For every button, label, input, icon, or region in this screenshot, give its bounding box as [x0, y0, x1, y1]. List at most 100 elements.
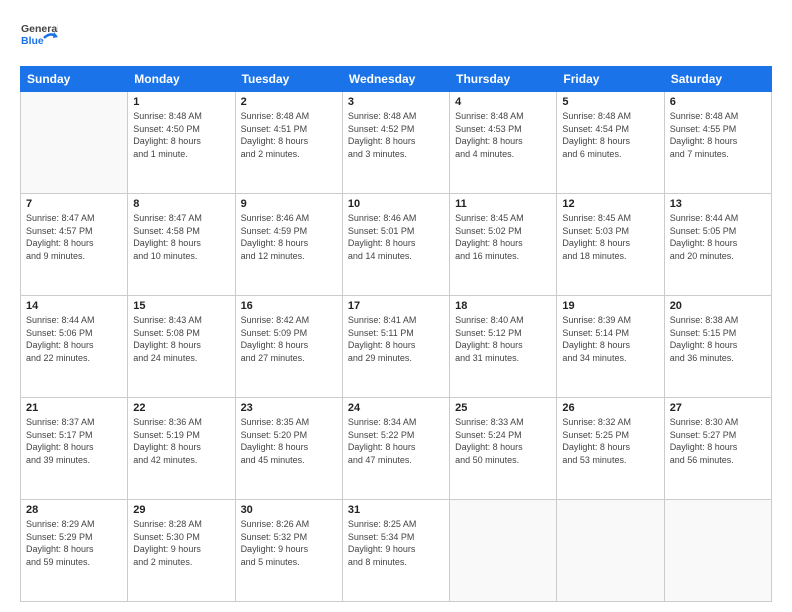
calendar-day-cell: 18 Sunrise: 8:40 AMSunset: 5:12 PMDayligh… [450, 296, 557, 398]
calendar-day-cell: 21Sunrise: 8:37 AMSunset: 5:17 PMDayligh… [21, 398, 128, 500]
day-info: Sunrise: 8:45 AMSunset: 5:02 PMDaylight:… [455, 212, 551, 262]
day-info: Sunrise: 8:36 AMSunset: 5:19 PMDaylight:… [133, 416, 229, 466]
day-number: 20 [670, 300, 766, 312]
day-number: 26 [562, 402, 658, 414]
calendar-day-cell: 7 Sunrise: 8:47 AMSunset: 4:57 PMDaylight… [21, 194, 128, 296]
day-number: 28 [26, 504, 122, 516]
calendar-day-cell: 27Sunrise: 8:30 AMSunset: 5:27 PMDayligh… [664, 398, 771, 500]
logo-icon: General Blue [20, 18, 58, 56]
day-number: 14 [26, 300, 122, 312]
day-info: Sunrise: 8:30 AMSunset: 5:27 PMDaylight:… [670, 416, 766, 466]
day-info: Sunrise: 8:42 AMSunset: 5:09 PMDaylight:… [241, 314, 337, 364]
calendar-day-cell: 4 Sunrise: 8:48 AMSunset: 4:53 PMDaylight… [450, 92, 557, 194]
day-info: Sunrise: 8:48 AMSunset: 4:51 PMDaylight:… [241, 110, 337, 160]
day-number: 29 [133, 504, 229, 516]
day-info: Sunrise: 8:44 AMSunset: 5:05 PMDaylight:… [670, 212, 766, 262]
calendar-day-cell: 13 Sunrise: 8:44 AMSunset: 5:05 PMDayligh… [664, 194, 771, 296]
calendar-day-cell: 10 Sunrise: 8:46 AMSunset: 5:01 PMDayligh… [342, 194, 449, 296]
calendar-header-row: SundayMondayTuesdayWednesdayThursdayFrid… [21, 67, 772, 92]
calendar-day-header: Monday [128, 67, 235, 92]
day-number: 12 [562, 198, 658, 210]
day-number: 9 [241, 198, 337, 210]
day-number: 18 [455, 300, 551, 312]
day-number: 10 [348, 198, 444, 210]
calendar-day-cell: 29 Sunrise: 8:28 AMSunset: 5:30 PMDayligh… [128, 500, 235, 602]
day-number: 3 [348, 96, 444, 108]
calendar-day-cell: 31Sunrise: 8:25 AMSunset: 5:34 PMDayligh… [342, 500, 449, 602]
calendar-day-header: Tuesday [235, 67, 342, 92]
day-number: 1 [133, 96, 229, 108]
calendar-day-header: Friday [557, 67, 664, 92]
calendar-day-cell: 15Sunrise: 8:43 AMSunset: 5:08 PMDayligh… [128, 296, 235, 398]
calendar-week-row: 7 Sunrise: 8:47 AMSunset: 4:57 PMDaylight… [21, 194, 772, 296]
calendar-day-cell: 19 Sunrise: 8:39 AMSunset: 5:14 PMDayligh… [557, 296, 664, 398]
calendar-week-row: 21Sunrise: 8:37 AMSunset: 5:17 PMDayligh… [21, 398, 772, 500]
day-info: Sunrise: 8:47 AMSunset: 4:58 PMDaylight:… [133, 212, 229, 262]
calendar-day-cell: 22Sunrise: 8:36 AMSunset: 5:19 PMDayligh… [128, 398, 235, 500]
calendar-day-cell: 24Sunrise: 8:34 AMSunset: 5:22 PMDayligh… [342, 398, 449, 500]
day-number: 5 [562, 96, 658, 108]
day-info: Sunrise: 8:25 AMSunset: 5:34 PMDaylight:… [348, 518, 444, 568]
day-info: Sunrise: 8:45 AMSunset: 5:03 PMDaylight:… [562, 212, 658, 262]
day-number: 11 [455, 198, 551, 210]
day-info: Sunrise: 8:47 AMSunset: 4:57 PMDaylight:… [26, 212, 122, 262]
day-number: 15 [133, 300, 229, 312]
day-info: Sunrise: 8:29 AMSunset: 5:29 PMDaylight:… [26, 518, 122, 568]
calendar-day-cell: 6 Sunrise: 8:48 AMSunset: 4:55 PMDaylight… [664, 92, 771, 194]
day-info: Sunrise: 8:26 AMSunset: 5:32 PMDaylight:… [241, 518, 337, 568]
day-info: Sunrise: 8:39 AMSunset: 5:14 PMDaylight:… [562, 314, 658, 364]
calendar-day-cell [664, 500, 771, 602]
calendar-day-cell: 30 Sunrise: 8:26 AMSunset: 5:32 PMDayligh… [235, 500, 342, 602]
day-info: Sunrise: 8:40 AMSunset: 5:12 PMDaylight:… [455, 314, 551, 364]
day-info: Sunrise: 8:33 AMSunset: 5:24 PMDaylight:… [455, 416, 551, 466]
calendar-week-row: 1 Sunrise: 8:48 AMSunset: 4:50 PMDaylight… [21, 92, 772, 194]
calendar-day-header: Saturday [664, 67, 771, 92]
calendar-day-cell: 5 Sunrise: 8:48 AMSunset: 4:54 PMDaylight… [557, 92, 664, 194]
day-number: 19 [562, 300, 658, 312]
day-number: 4 [455, 96, 551, 108]
calendar-day-cell: 9 Sunrise: 8:46 AMSunset: 4:59 PMDaylight… [235, 194, 342, 296]
day-info: Sunrise: 8:46 AMSunset: 5:01 PMDaylight:… [348, 212, 444, 262]
day-number: 16 [241, 300, 337, 312]
calendar-day-cell: 2 Sunrise: 8:48 AMSunset: 4:51 PMDaylight… [235, 92, 342, 194]
calendar-day-cell: 12 Sunrise: 8:45 AMSunset: 5:03 PMDayligh… [557, 194, 664, 296]
day-number: 17 [348, 300, 444, 312]
svg-text:Blue: Blue [21, 35, 44, 47]
header: General Blue [20, 18, 772, 56]
day-number: 21 [26, 402, 122, 414]
day-info: Sunrise: 8:41 AMSunset: 5:11 PMDaylight:… [348, 314, 444, 364]
day-info: Sunrise: 8:48 AMSunset: 4:53 PMDaylight:… [455, 110, 551, 160]
day-number: 6 [670, 96, 766, 108]
page: General Blue SundayMondayTuesdayWednesda… [0, 0, 792, 612]
calendar-day-cell: 3Sunrise: 8:48 AMSunset: 4:52 PMDaylight… [342, 92, 449, 194]
day-number: 2 [241, 96, 337, 108]
day-number: 30 [241, 504, 337, 516]
day-number: 7 [26, 198, 122, 210]
calendar-table: SundayMondayTuesdayWednesdayThursdayFrid… [20, 66, 772, 602]
day-info: Sunrise: 8:48 AMSunset: 4:50 PMDaylight:… [133, 110, 229, 160]
day-info: Sunrise: 8:46 AMSunset: 4:59 PMDaylight:… [241, 212, 337, 262]
calendar-day-header: Wednesday [342, 67, 449, 92]
calendar-day-cell [450, 500, 557, 602]
day-info: Sunrise: 8:34 AMSunset: 5:22 PMDaylight:… [348, 416, 444, 466]
calendar-day-cell [557, 500, 664, 602]
calendar-day-header: Sunday [21, 67, 128, 92]
calendar-week-row: 14 Sunrise: 8:44 AMSunset: 5:06 PMDayligh… [21, 296, 772, 398]
day-info: Sunrise: 8:38 AMSunset: 5:15 PMDaylight:… [670, 314, 766, 364]
day-number: 25 [455, 402, 551, 414]
calendar-day-cell: 23Sunrise: 8:35 AMSunset: 5:20 PMDayligh… [235, 398, 342, 500]
calendar-day-cell: 11 Sunrise: 8:45 AMSunset: 5:02 PMDayligh… [450, 194, 557, 296]
day-info: Sunrise: 8:28 AMSunset: 5:30 PMDaylight:… [133, 518, 229, 568]
day-number: 13 [670, 198, 766, 210]
svg-text:General: General [21, 23, 58, 35]
day-info: Sunrise: 8:48 AMSunset: 4:54 PMDaylight:… [562, 110, 658, 160]
day-info: Sunrise: 8:44 AMSunset: 5:06 PMDaylight:… [26, 314, 122, 364]
calendar-day-cell: 1 Sunrise: 8:48 AMSunset: 4:50 PMDaylight… [128, 92, 235, 194]
calendar-day-cell: 26 Sunrise: 8:32 AMSunset: 5:25 PMDayligh… [557, 398, 664, 500]
day-info: Sunrise: 8:32 AMSunset: 5:25 PMDaylight:… [562, 416, 658, 466]
day-number: 23 [241, 402, 337, 414]
calendar-day-cell: 28 Sunrise: 8:29 AMSunset: 5:29 PMDayligh… [21, 500, 128, 602]
calendar-day-cell: 25 Sunrise: 8:33 AMSunset: 5:24 PMDayligh… [450, 398, 557, 500]
day-info: Sunrise: 8:48 AMSunset: 4:55 PMDaylight:… [670, 110, 766, 160]
calendar-day-cell: 8Sunrise: 8:47 AMSunset: 4:58 PMDaylight… [128, 194, 235, 296]
